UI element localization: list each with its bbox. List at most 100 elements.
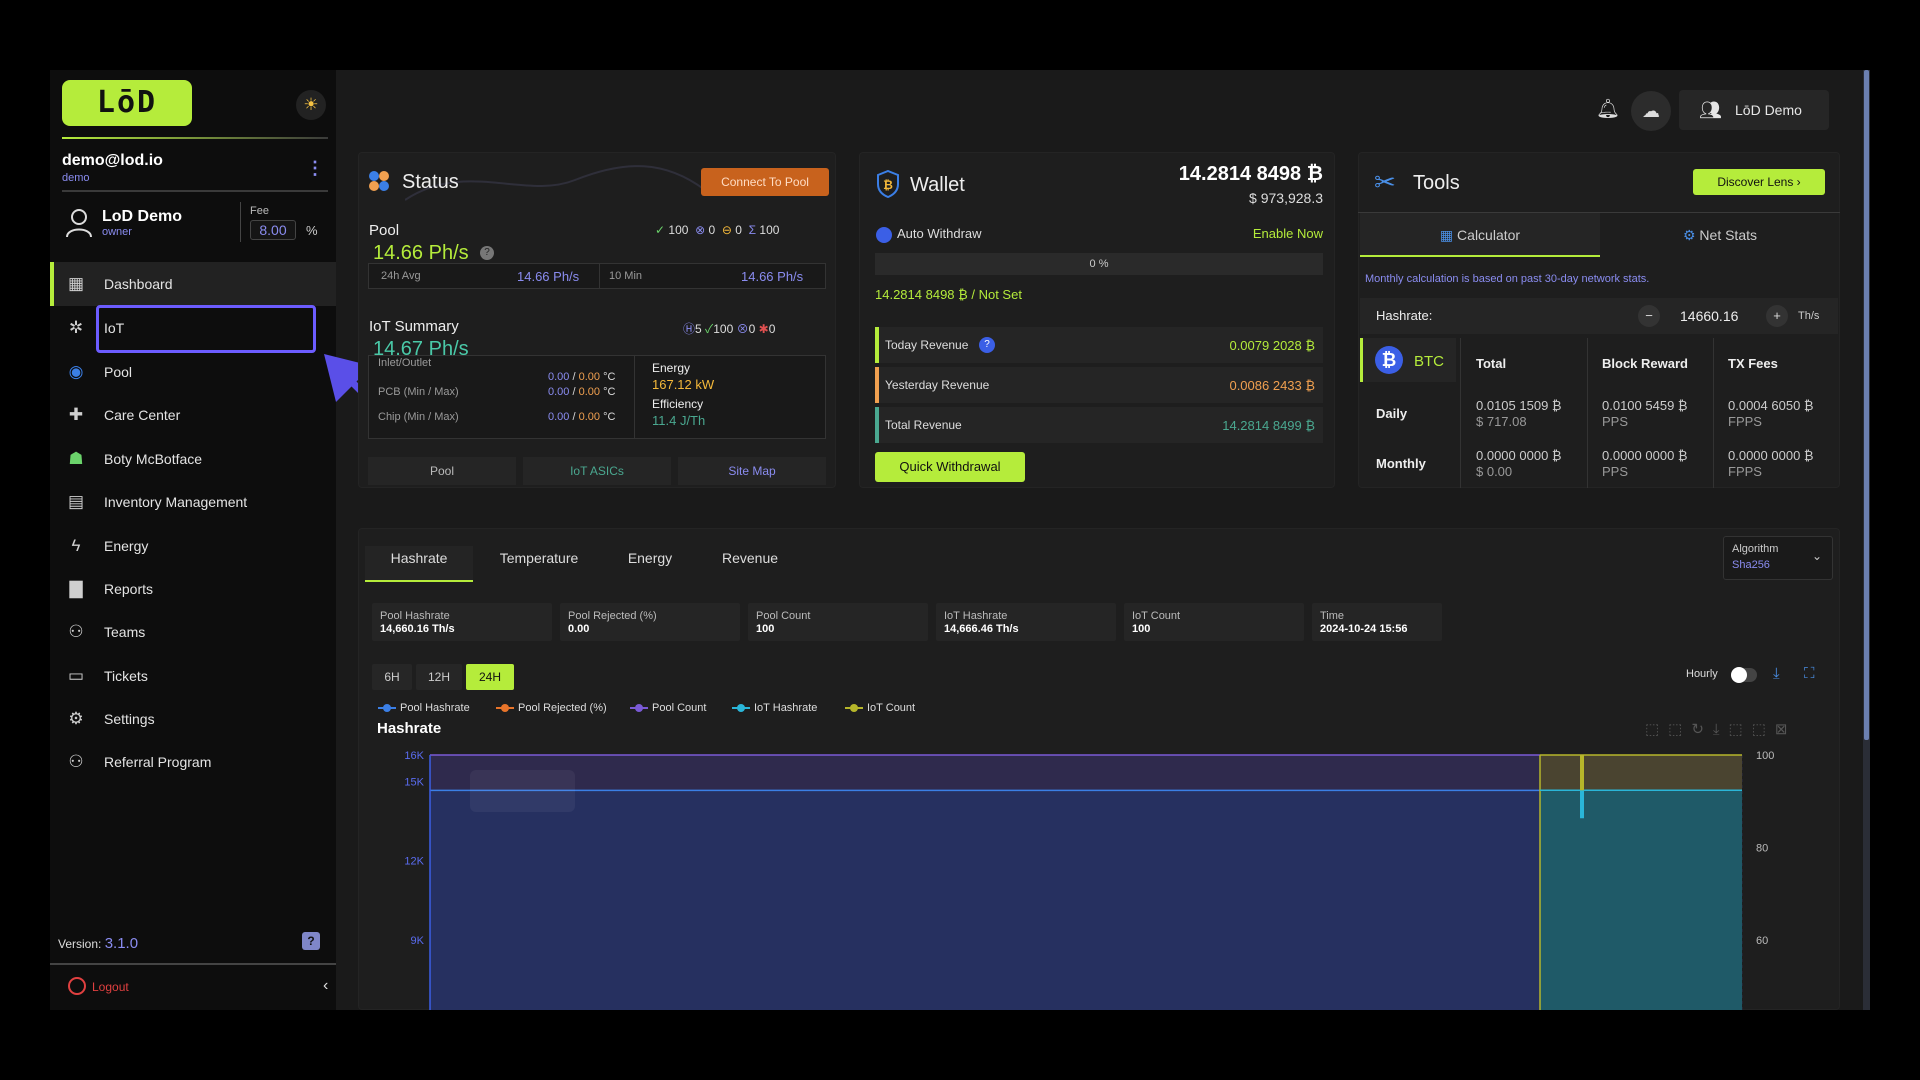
iot-offline-count: 0 bbox=[748, 322, 756, 336]
discover-lens-button[interactable]: Discover Lens › bbox=[1693, 169, 1825, 195]
efficiency-value: 11.4 J/Th bbox=[652, 413, 706, 428]
help-icon[interactable]: ? bbox=[302, 932, 320, 950]
hashrate-chart[interactable]: 16K 15K 12K 9K 100 80 60 bbox=[380, 740, 1800, 1010]
sidebar-item-label: Tickets bbox=[104, 668, 148, 684]
col-divider-1 bbox=[1460, 338, 1461, 488]
scrollbar-thumb[interactable] bbox=[1864, 70, 1869, 740]
collapse-chevron-icon[interactable]: ‹ bbox=[323, 977, 328, 995]
calc-total-usd: $ 717.08 bbox=[1476, 414, 1527, 429]
iot-error-count: 0 bbox=[768, 322, 776, 336]
algorithm-select[interactable]: Algorithm Sha256 ⌄ bbox=[1723, 536, 1833, 580]
sidebar-item-label: Inventory Management bbox=[104, 494, 248, 510]
bell-icon[interactable]: 🔔︎ bbox=[1596, 97, 1620, 121]
user-account-button[interactable]: 👥︎ LōD Demo bbox=[1679, 90, 1829, 130]
hashrate-input[interactable]: 14660.16 bbox=[1680, 308, 1738, 324]
hashrate-decrement-button[interactable]: − bbox=[1638, 305, 1660, 327]
calc-row-label: Monthly bbox=[1376, 456, 1426, 471]
revenue-label: Today Revenue bbox=[885, 338, 969, 352]
enable-now-link[interactable]: Enable Now bbox=[1253, 226, 1323, 241]
user-menu-kebab-icon[interactable]: ⋮ bbox=[306, 158, 324, 179]
avg24-label: 24h Avg bbox=[381, 270, 421, 282]
sidebar-item-dashboard[interactable]: ▦ Dashboard bbox=[50, 262, 336, 306]
sidebar-item-energy[interactable]: ϟ Energy bbox=[50, 524, 336, 568]
stat-box: IoT Count 100 bbox=[1124, 603, 1304, 641]
range-6h-button[interactable]: 6H bbox=[372, 664, 412, 690]
net-stats-icon: ⚙ bbox=[1682, 227, 1696, 243]
sidebar-item-teams[interactable]: ⚇ Teams bbox=[50, 610, 336, 654]
sidebar-item-referral-program[interactable]: ⚇ Referral Program bbox=[50, 740, 336, 784]
col-divider-2 bbox=[1587, 338, 1588, 488]
fullscreen-icon[interactable]: ⛶ bbox=[1804, 665, 1815, 682]
hashrate-increment-button[interactable]: + bbox=[1766, 305, 1788, 327]
min10-value: 14.66 Ph/s bbox=[741, 269, 804, 284]
tab-revenue[interactable]: Revenue bbox=[710, 546, 790, 582]
lod-logo[interactable]: LōD bbox=[62, 80, 192, 126]
sidebar-item-reports[interactable]: ▇ Reports bbox=[50, 567, 336, 611]
chevron-down-icon: ⌄ bbox=[1812, 549, 1823, 563]
iot-summary-label: IoT Summary bbox=[369, 318, 459, 335]
legend-item[interactable]: IoT Hashrate bbox=[732, 702, 817, 714]
sidebar-item-boty-mcbotface[interactable]: ☗ Boty McBotface bbox=[50, 437, 336, 481]
temp-label: Chip (Min / Max) bbox=[378, 411, 459, 423]
connect-to-pool-button[interactable]: Connect To Pool bbox=[701, 168, 829, 196]
sidebar-item-care-center[interactable]: ✚ Care Center bbox=[50, 393, 336, 437]
temp-label: Inlet/Outlet bbox=[378, 357, 432, 369]
fee-input[interactable]: 8.00 bbox=[250, 220, 296, 240]
ticket-icon: ▭ bbox=[67, 666, 85, 685]
tab-hashrate[interactable]: Hashrate bbox=[365, 546, 473, 582]
legend-item[interactable]: Pool Hashrate bbox=[378, 702, 470, 714]
legend-item[interactable]: IoT Count bbox=[845, 702, 915, 714]
theme-toggle-sun-icon[interactable]: ☀ bbox=[296, 90, 326, 120]
logo-text: LōD bbox=[96, 85, 158, 120]
status-iot-asics-button[interactable]: IoT ASICs bbox=[523, 457, 671, 485]
range-24h-button[interactable]: 24H bbox=[466, 664, 514, 690]
cloud-upload-icon[interactable]: ☁ bbox=[1631, 91, 1671, 131]
bitcoin-shield-icon: ₿ bbox=[877, 170, 899, 198]
quick-withdrawal-button[interactable]: Quick Withdrawal bbox=[875, 452, 1025, 482]
power-icon[interactable] bbox=[68, 977, 86, 995]
stat-value: 14,660.16 Th/s bbox=[380, 623, 455, 635]
sidebar-item-settings[interactable]: ⚙ Settings bbox=[50, 697, 336, 741]
referral-icon: ⚇ bbox=[68, 752, 84, 771]
revenue-accent bbox=[875, 367, 879, 403]
robot-icon: ☗ bbox=[68, 449, 84, 468]
range-12h-button[interactable]: 12H bbox=[416, 664, 462, 690]
download-icon[interactable]: ⤓ bbox=[1773, 665, 1780, 682]
info-icon[interactable]: ? bbox=[480, 246, 494, 260]
version-info: Version: 3.1.0 bbox=[58, 935, 138, 952]
hourly-toggle-knob bbox=[1731, 667, 1747, 683]
temp-max: 0.00 bbox=[578, 386, 601, 398]
sidebar-item-tickets[interactable]: ▭ Tickets bbox=[50, 654, 336, 698]
page-scrollbar[interactable] bbox=[1863, 70, 1870, 1010]
iot-miner-count: 5 bbox=[695, 322, 702, 336]
chart-toolbox-icons[interactable]: ⬚⬚↻⤓⬚⬚⊠ bbox=[1645, 720, 1796, 738]
iot-counts: Ⓗ5 ✓100 ⊗0 ✱0 bbox=[683, 320, 775, 337]
pool-icon: ◉ bbox=[68, 362, 84, 381]
hourly-toggle[interactable] bbox=[1731, 667, 1757, 683]
sidebar-item-inventory-management[interactable]: ▤ Inventory Management bbox=[50, 480, 336, 524]
wallet-balance-btc: 14.2814 8498 ₿ bbox=[1178, 163, 1323, 185]
calc-fees-sub: FPPS bbox=[1728, 414, 1762, 429]
legend-item[interactable]: Pool Rejected (%) bbox=[496, 702, 607, 714]
pool-offline-count: 0 bbox=[708, 223, 716, 237]
withdraw-threshold: 14.2814 8498 ₿ / Not Set bbox=[875, 287, 1022, 302]
tab-temperature[interactable]: Temperature bbox=[480, 546, 598, 582]
stat-box: Time 2024-10-24 15:56 bbox=[1312, 603, 1442, 641]
tab-calculator[interactable]: ▦ Calculator bbox=[1360, 213, 1600, 257]
legend-item[interactable]: Pool Count bbox=[630, 702, 706, 714]
info-icon[interactable]: ? bbox=[979, 337, 995, 353]
sigma-icon: Σ bbox=[748, 223, 757, 237]
tools-title: Tools bbox=[1413, 172, 1460, 194]
check-circle-icon: ✓ bbox=[655, 223, 666, 237]
temp-unit: °C bbox=[603, 386, 616, 398]
temp-values: 0.00 / 0.00 °C bbox=[548, 411, 616, 423]
sidebar-item-pool[interactable]: ◉ Pool bbox=[50, 350, 336, 394]
revenue-row: Yesterday Revenue 0.0086 2433 ₿ bbox=[875, 367, 1323, 403]
medical-bag-icon: ✚ bbox=[68, 405, 84, 424]
status-pool-button[interactable]: Pool bbox=[368, 457, 516, 485]
status-site-map-button[interactable]: Site Map bbox=[678, 457, 826, 485]
tab-energy[interactable]: Energy bbox=[610, 546, 690, 582]
tab-net-stats[interactable]: ⚙ Net Stats bbox=[1600, 213, 1840, 257]
bug-icon: ✱ bbox=[758, 322, 769, 336]
logout-button[interactable]: Logout bbox=[92, 980, 129, 994]
